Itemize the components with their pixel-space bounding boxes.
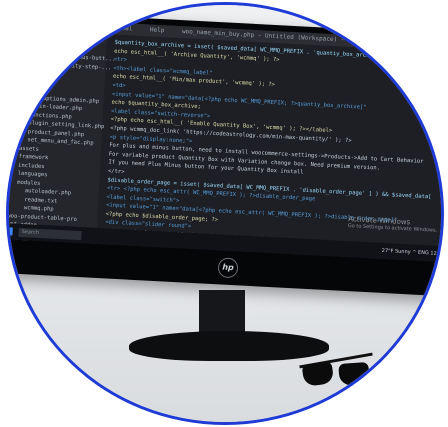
sidebar-item[interactable]: TIMELINE bbox=[9, 246, 96, 259]
screen: File Terminal Help woo_name_min_buy.php … bbox=[9, 17, 441, 263]
sunglasses bbox=[299, 352, 375, 391]
sunglasses-lens-left bbox=[301, 361, 335, 387]
hp-logo: hp bbox=[217, 257, 239, 279]
photo-frame: File Terminal Help woo_name_min_buy.php … bbox=[0, 0, 448, 427]
menu-help[interactable]: Help bbox=[150, 26, 165, 34]
code-editor[interactable]: $quantity_box_archive = isset( $saved_da… bbox=[97, 34, 441, 261]
monitor: File Terminal Help woo_name_min_buy.php … bbox=[9, 10, 441, 298]
explorer-sidebar: WORKSPACE timing.php wc-quantity-plus-minu… bbox=[9, 29, 115, 254]
circular-photo: File Terminal Help woo_name_min_buy.php … bbox=[6, 2, 444, 425]
sunglasses-lens-right bbox=[338, 361, 370, 387]
windows-start-icon[interactable] bbox=[9, 227, 13, 236]
menu-file[interactable]: File bbox=[71, 22, 86, 30]
system-tray[interactable]: 27°F Sunny ^ ENG 12:00 AM bbox=[382, 248, 441, 258]
taskbar-search-input[interactable]: Search bbox=[18, 227, 82, 240]
menu-terminal[interactable]: Terminal bbox=[103, 24, 132, 33]
